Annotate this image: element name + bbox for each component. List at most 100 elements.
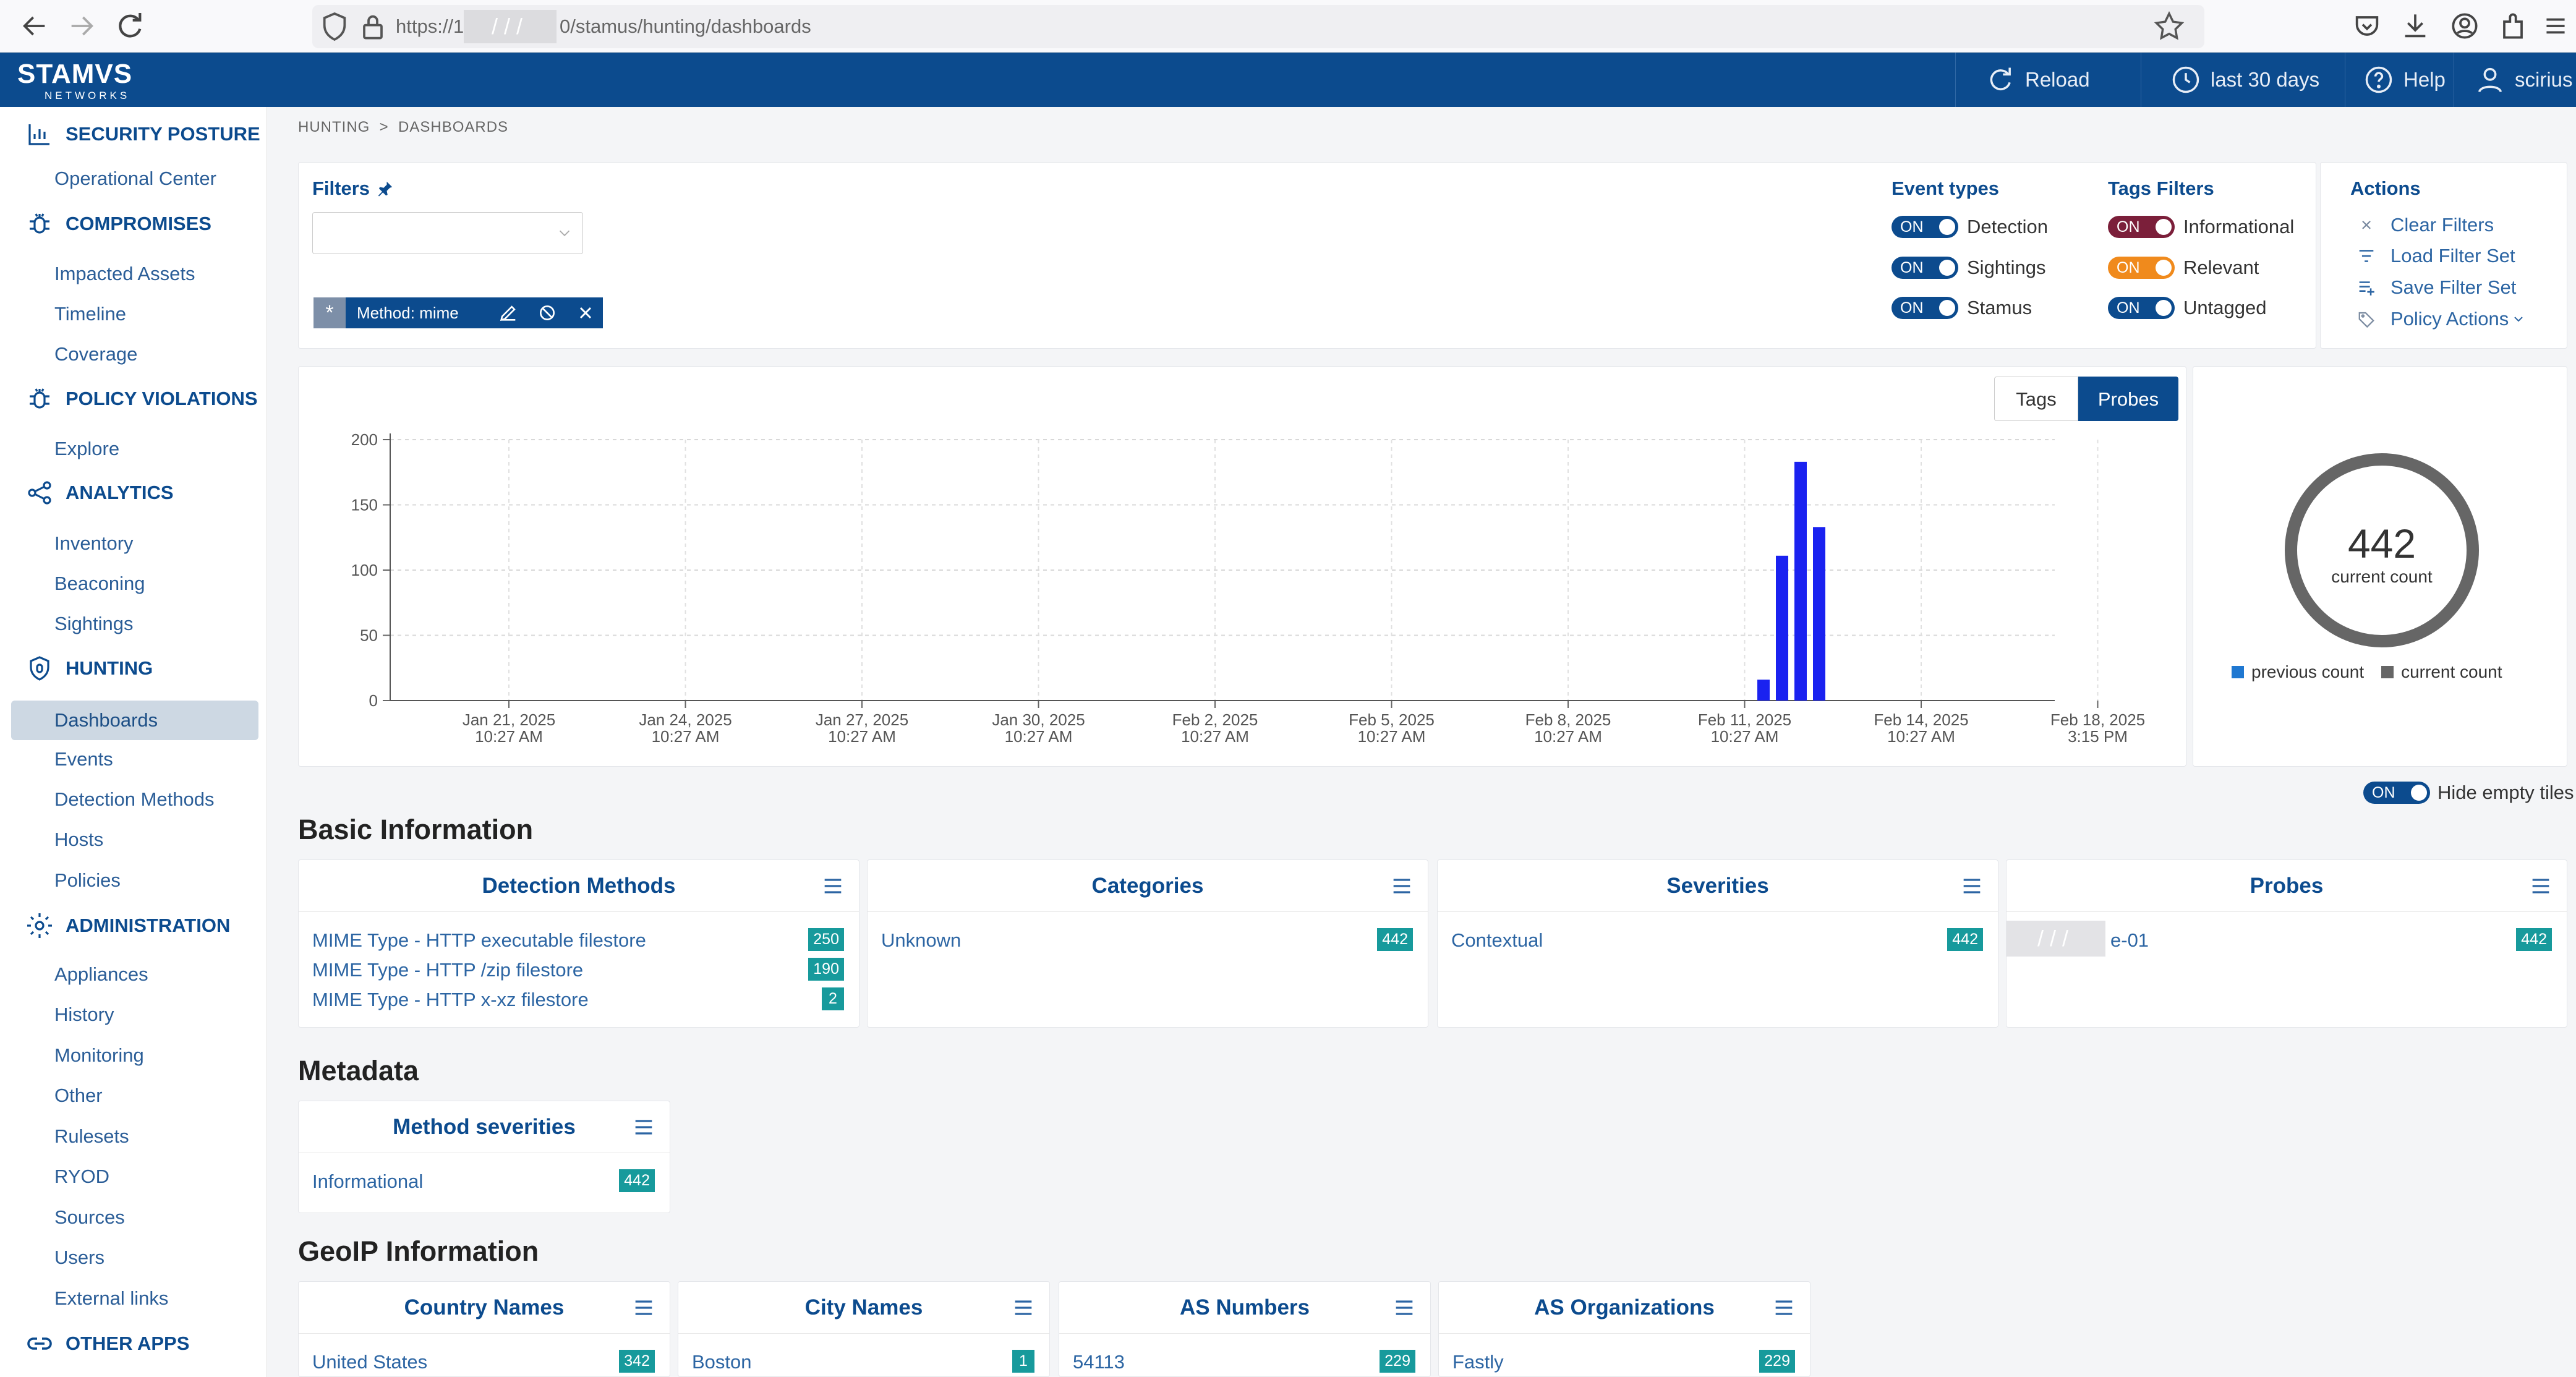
extensions-icon[interactable] — [2496, 9, 2530, 43]
nav-item-policies[interactable]: Policies — [54, 869, 121, 892]
nav-item-hosts[interactable]: Hosts — [54, 829, 103, 851]
tile-row[interactable]: 54113 229 — [1073, 1349, 1415, 1376]
close-icon[interactable] — [576, 303, 595, 323]
nav-item-dashboards[interactable]: Dashboards — [11, 701, 258, 740]
nav-item-users[interactable]: Users — [54, 1247, 104, 1269]
tile-row[interactable]: Fastly 229 — [1452, 1349, 1795, 1376]
sightings-toggle[interactable]: ON — [1891, 257, 1958, 279]
nav-section-administration[interactable]: ADMINISTRATION — [25, 911, 230, 940]
count-label: current count — [2331, 567, 2433, 586]
tile-row[interactable]: Unknown 442 — [881, 927, 1413, 954]
tag-informational: ON Informational — [2108, 216, 2294, 238]
nav-item-inventory[interactable]: Inventory — [54, 532, 134, 555]
reload-button[interactable]: Reload — [1955, 53, 2141, 107]
tile-row[interactable]: Boston 1 — [692, 1349, 1034, 1376]
nav-item-explore[interactable]: Explore — [54, 438, 119, 460]
hamburger-menu-icon[interactable] — [1011, 1295, 1036, 1320]
pocket-icon[interactable] — [2350, 9, 2384, 43]
tile-row[interactable]: /// e-01 442 — [2007, 921, 2552, 957]
nav-section-hunting[interactable]: HUNTING — [25, 654, 153, 683]
nav-section-compromises[interactable]: COMPROMISES — [25, 209, 211, 239]
account-icon[interactable] — [2447, 9, 2482, 43]
filter-chip: * Method: mime — [313, 297, 603, 328]
stamus-toggle[interactable]: ON — [1891, 297, 1958, 319]
filter-select[interactable] — [312, 212, 583, 254]
x-tick-label: 10:27 AM — [1534, 727, 1602, 746]
row-label: MIME Type - HTTP x-xz filestore — [312, 989, 589, 1010]
tile-title: Probes — [2007, 860, 2567, 912]
back-arrow-icon[interactable] — [17, 9, 52, 43]
hide-empty-toggle[interactable]: ON — [2363, 782, 2430, 804]
shield-bug-icon — [30, 656, 49, 681]
nav-item-coverage[interactable]: Coverage — [54, 343, 137, 365]
tile-row[interactable]: MIME Type - HTTP x-xz filestore 2 — [312, 986, 844, 1013]
forward-arrow-icon[interactable] — [64, 9, 99, 43]
hamburger-menu-icon[interactable] — [821, 874, 845, 898]
nav-section-analytics[interactable]: ANALYTICS — [25, 478, 174, 508]
nav-item-appliances[interactable]: Appliances — [54, 963, 148, 986]
nav-item-sources[interactable]: Sources — [54, 1206, 125, 1229]
user-menu[interactable]: scirius — [2454, 53, 2576, 107]
download-icon[interactable] — [2398, 9, 2433, 43]
tag-untagged: ON Untagged — [2108, 297, 2266, 319]
nav-item-events[interactable]: Events — [54, 748, 113, 770]
nav-item-beaconing[interactable]: Beaconing — [54, 573, 145, 595]
histogram-panel: Tags Probes 0 50 100 150 200 Jan 21, 2025 10:2… — [298, 366, 2186, 767]
nav-item-other[interactable]: Other — [54, 1085, 103, 1107]
relevant-toggle[interactable]: ON — [2108, 257, 2175, 279]
hamburger-menu-icon[interactable] — [1960, 874, 1984, 898]
negate-icon[interactable] — [537, 303, 557, 323]
asterisk-icon: * — [313, 297, 346, 328]
nav-section-policy-violations[interactable]: POLICY VIOLATIONS — [25, 384, 258, 414]
x-tick-label: Jan 24, 2025 — [639, 710, 731, 729]
help-button[interactable]: Help — [2345, 53, 2454, 107]
url-bar[interactable]: https://1 /// 0/stamus/hunting/dashboard… — [312, 5, 2204, 48]
nav-item-impacted-assets[interactable]: Impacted Assets — [54, 263, 195, 285]
nav-section-other-apps[interactable]: OTHER APPS — [25, 1329, 189, 1358]
untagged-toggle[interactable]: ON — [2108, 297, 2175, 319]
filter-icon — [2359, 250, 2374, 262]
hamburger-menu-icon[interactable] — [2528, 874, 2553, 898]
hamburger-menu-icon[interactable] — [1392, 1295, 1417, 1320]
tile-row[interactable]: Contextual 442 — [1451, 927, 1983, 954]
informational-toggle[interactable]: ON — [2108, 216, 2175, 238]
tile-row[interactable]: MIME Type - HTTP executable filestore 25… — [312, 927, 844, 954]
stamus-logo[interactable]: STAMVS NETWORKS — [17, 59, 132, 101]
nav-section-security-posture[interactable]: SECURITY POSTURE — [25, 119, 260, 149]
hamburger-menu-icon[interactable] — [1772, 1295, 1796, 1320]
chevron-down-icon — [2514, 317, 2523, 322]
nav-item-rulesets[interactable]: Rulesets — [54, 1125, 129, 1148]
menu-icon[interactable] — [2540, 9, 2571, 43]
legend-swatch-previous — [2232, 666, 2244, 678]
edit-icon[interactable] — [498, 302, 519, 323]
hamburger-menu-icon[interactable] — [631, 1115, 656, 1140]
time-range-button[interactable]: last 30 days — [2141, 53, 2345, 107]
pin-icon[interactable] — [376, 179, 395, 198]
nav-item-monitoring[interactable]: Monitoring — [54, 1044, 144, 1067]
detection-toggle[interactable]: ON — [1891, 216, 1958, 238]
redacted-block: /// — [464, 10, 557, 43]
tile-row[interactable]: MIME Type - HTTP /zip filestore 190 — [312, 957, 844, 984]
lock-icon — [356, 9, 390, 44]
clear-filters-action[interactable]: × Clear Filters — [2356, 214, 2494, 236]
time-range-label: last 30 days — [2211, 68, 2320, 91]
policy-actions-dropdown[interactable]: Policy Actions — [2356, 308, 2526, 330]
hamburger-menu-icon[interactable] — [631, 1295, 656, 1320]
tile-row[interactable]: United States 342 — [312, 1349, 655, 1376]
refresh-icon[interactable] — [113, 9, 147, 43]
nav-item-operational-center[interactable]: Operational Center — [54, 168, 216, 190]
nav-item-sightings[interactable]: Sightings — [54, 613, 134, 635]
tile-row[interactable]: Informational 442 — [312, 1168, 655, 1195]
nav-item-history[interactable]: History — [54, 1004, 114, 1026]
hamburger-menu-icon[interactable] — [1389, 874, 1414, 898]
load-filter-set-action[interactable]: Load Filter Set — [2356, 245, 2515, 267]
nav-item-external-links[interactable]: External links — [54, 1287, 168, 1310]
save-filter-set-action[interactable]: Save Filter Set — [2356, 276, 2516, 299]
nav-item-timeline[interactable]: Timeline — [54, 303, 126, 325]
nav-item-ryod[interactable]: RYOD — [54, 1166, 109, 1188]
x-tick-label: Feb 14, 2025 — [1874, 710, 1968, 729]
save-filter-set-label: Save Filter Set — [2390, 276, 2517, 298]
nav-item-detection-methods[interactable]: Detection Methods — [54, 788, 214, 811]
star-icon[interactable] — [2152, 9, 2186, 44]
breadcrumb-hunting[interactable]: HUNTING — [298, 119, 370, 135]
